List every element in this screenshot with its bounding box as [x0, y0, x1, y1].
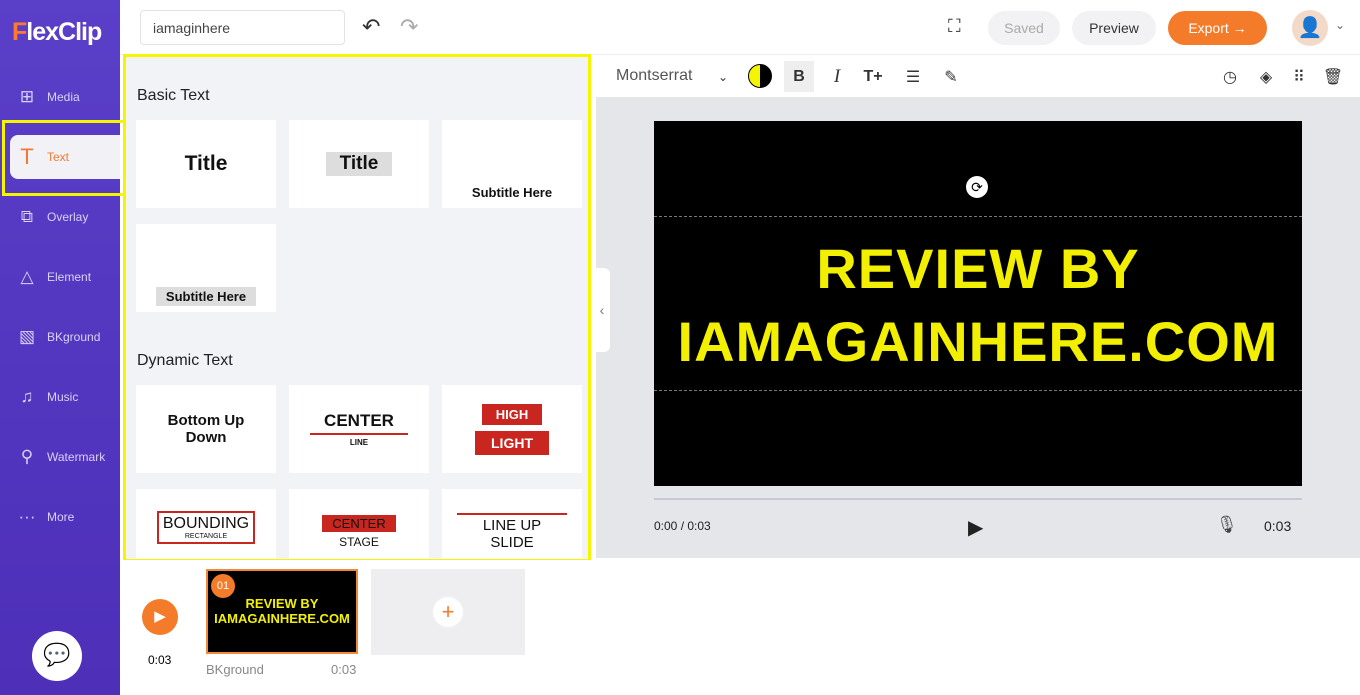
export-button[interactable]: Export →	[1168, 11, 1267, 45]
grid-icon[interactable]: ⠿	[1284, 55, 1314, 98]
label: Watermark	[47, 450, 106, 464]
text-icon: T	[20, 144, 34, 169]
chevron-down-icon[interactable]: ⌄	[1335, 18, 1345, 32]
flexclip-logo: FlexClip	[12, 18, 102, 46]
sidebar-item-text[interactable]: T Text	[10, 135, 120, 179]
fullscreen-icon[interactable]: ⛶	[948, 16, 961, 37]
italic-icon[interactable]: I	[822, 55, 852, 98]
sidebar-item-media[interactable]: ⊞ Media	[0, 75, 120, 119]
play-icon: ▶	[154, 608, 166, 625]
bold-icon[interactable]: B	[784, 61, 814, 92]
play-icon[interactable]: ▶	[968, 515, 983, 540]
label: Text	[47, 150, 70, 164]
play-all-button[interactable]: ▶	[142, 599, 178, 635]
text-size-icon[interactable]: T+	[858, 55, 888, 98]
label: Music	[47, 390, 79, 404]
trash-icon[interactable]: 🗑	[1318, 55, 1348, 98]
sidebar-item-watermark[interactable]: ⚲ Watermark	[0, 435, 120, 479]
avatar[interactable]: 👤	[1292, 10, 1328, 46]
video-text-line1[interactable]: REVIEW BY	[654, 236, 1302, 301]
stamp-icon: ⚲	[20, 447, 34, 466]
highlight-box	[123, 54, 591, 562]
duration: 0:03	[1264, 518, 1292, 534]
project-name-input[interactable]: iamaginhere	[140, 10, 345, 45]
text-toolbar: Montserrat ⌄ B I T+ ☰ ✎ ◷ ◈ ⠿ 🗑	[596, 55, 1360, 98]
redo-icon[interactable]: ↷	[400, 14, 418, 40]
shapes-icon: △	[20, 267, 34, 286]
sidebar-item-element[interactable]: △ Element	[0, 255, 120, 299]
time-display: 0:00 / 0:03	[654, 519, 711, 533]
saved-button[interactable]: Saved	[988, 11, 1060, 45]
sidebar-item-music[interactable]: ♫ Music	[0, 375, 120, 419]
undo-icon[interactable]: ↶	[362, 14, 380, 40]
label: More	[47, 510, 75, 524]
clip-thumbnail[interactable]: 01 REVIEW BY IAMAGAINHERE.COM	[206, 569, 358, 654]
chat-icon: 💬	[43, 642, 71, 667]
progress-bar[interactable]	[654, 498, 1302, 500]
clip-text: REVIEW BY	[245, 596, 319, 611]
layers-icon[interactable]: ◈	[1251, 55, 1281, 98]
sidebar-item-bkground[interactable]: ▧ BKground	[0, 315, 120, 359]
sidebar: FlexClip ⊞ Media T Text ⧉ Overlay △ Element …	[0, 0, 134, 695]
microphone-icon[interactable]: 🎙	[1216, 515, 1238, 535]
add-clip-button[interactable]: +	[371, 569, 525, 655]
clock-icon[interactable]: ◷	[1215, 55, 1245, 98]
label: Overlay	[47, 210, 89, 224]
preview-button[interactable]: Preview	[1072, 11, 1156, 45]
clip-duration: 0:03	[331, 662, 357, 677]
timeline: ▶ 0:03 01 REVIEW BY IAMAGAINHERE.COM BKg…	[120, 560, 1360, 695]
rotate-icon[interactable]: ⟳	[966, 176, 988, 198]
overlay-icon: ⧉	[20, 207, 34, 226]
label: BKground	[47, 330, 101, 344]
text-box-border	[654, 216, 1302, 217]
folder-plus-icon: ⊞	[19, 87, 35, 106]
chevron-down-icon[interactable]: ⌄	[708, 55, 738, 98]
label: Media	[47, 90, 80, 104]
more-icon: ···	[18, 507, 36, 526]
chat-button[interactable]: 💬	[32, 631, 82, 681]
collapse-panel-button[interactable]: ‹	[594, 268, 610, 352]
text-box-border	[654, 390, 1302, 391]
align-center-icon[interactable]: ☰	[898, 55, 928, 98]
video-text-line2[interactable]: IAMAGAINHERE.COM	[654, 309, 1302, 374]
edit-icon[interactable]: ✎	[936, 55, 966, 98]
font-select[interactable]: Montserrat	[616, 67, 692, 85]
music-icon: ♫	[20, 387, 34, 406]
clip-text: IAMAGAINHERE.COM	[214, 611, 350, 626]
clip-name: BKground	[206, 662, 264, 677]
plus-icon: +	[433, 597, 463, 627]
video-canvas[interactable]: ⟳ REVIEW BY IAMAGAINHERE.COM	[654, 121, 1302, 486]
clip-number-badge: 01	[211, 574, 235, 598]
sidebar-item-overlay[interactable]: ⧉ Overlay	[0, 195, 120, 239]
sidebar-item-more[interactable]: ··· More	[0, 495, 120, 539]
canvas-area: ⟳ REVIEW BY IAMAGAINHERE.COM 0:00 / 0:03…	[596, 98, 1360, 558]
top-bar: iamaginhere ↶ ↷ ⛶ Saved Preview Export →…	[120, 0, 1360, 55]
label: Element	[47, 270, 92, 284]
text-color-picker[interactable]	[748, 64, 772, 88]
total-time: 0:03	[148, 653, 172, 667]
background-icon: ▧	[18, 327, 36, 346]
